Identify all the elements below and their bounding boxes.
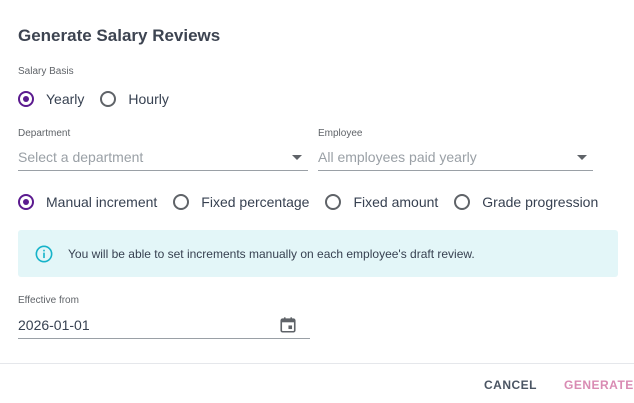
calendar-icon[interactable] [279, 316, 297, 334]
department-placeholder: Select a department [18, 149, 144, 165]
radio-fixed-percentage[interactable]: Fixed percentage [173, 194, 309, 210]
chevron-down-icon [577, 154, 587, 160]
footer-divider [0, 363, 634, 364]
generate-salary-reviews-dialog: Generate Salary Reviews Salary Basis Yea… [0, 0, 634, 403]
radio-grade-progression-label: Grade progression [482, 194, 599, 210]
dialog-title: Generate Salary Reviews [18, 26, 221, 45]
radio-hourly[interactable]: Hourly [100, 91, 169, 107]
radio-fixed-amount-label: Fixed amount [353, 194, 439, 210]
radio-yearly-circle [18, 91, 34, 107]
salary-basis-label: Salary Basis [18, 66, 74, 77]
radio-fixed-amount[interactable]: Fixed amount [325, 194, 438, 210]
cancel-button[interactable]: CANCEL [484, 378, 537, 392]
radio-grade-progression[interactable]: Grade progression [454, 194, 598, 210]
radio-yearly-label: Yearly [46, 91, 85, 107]
salary-basis-radio-group: Yearly Hourly [18, 91, 185, 107]
radio-manual-increment-circle [18, 194, 34, 210]
radio-manual-increment-label: Manual increment [46, 194, 158, 210]
department-select[interactable]: Select a department [18, 144, 308, 171]
employee-label: Employee [318, 128, 363, 139]
radio-fixed-amount-circle [325, 194, 342, 210]
chevron-down-icon [292, 154, 302, 160]
effective-from-value: 2026-01-01 [18, 317, 90, 333]
radio-manual-increment[interactable]: Manual increment [18, 194, 157, 210]
radio-hourly-label: Hourly [128, 91, 169, 107]
department-label: Department [18, 128, 71, 139]
info-text: You will be able to set increments manua… [68, 246, 475, 261]
employee-select[interactable]: All employees paid yearly [318, 144, 593, 171]
radio-fixed-percentage-circle [173, 194, 190, 210]
info-icon [35, 245, 53, 262]
employee-placeholder: All employees paid yearly [318, 149, 477, 165]
effective-from-label: Effective from [18, 295, 79, 306]
radio-hourly-circle [100, 91, 117, 107]
radio-grade-progression-circle [454, 194, 471, 210]
increment-method-radio-group: Manual increment Fixed percentage Fixed … [18, 194, 614, 210]
info-banner: You will be able to set increments manua… [18, 230, 618, 277]
effective-from-field[interactable]: 2026-01-01 [18, 312, 310, 339]
radio-fixed-percentage-label: Fixed percentage [201, 194, 310, 210]
generate-button[interactable]: GENERATE [564, 378, 634, 392]
radio-yearly[interactable]: Yearly [18, 91, 84, 107]
